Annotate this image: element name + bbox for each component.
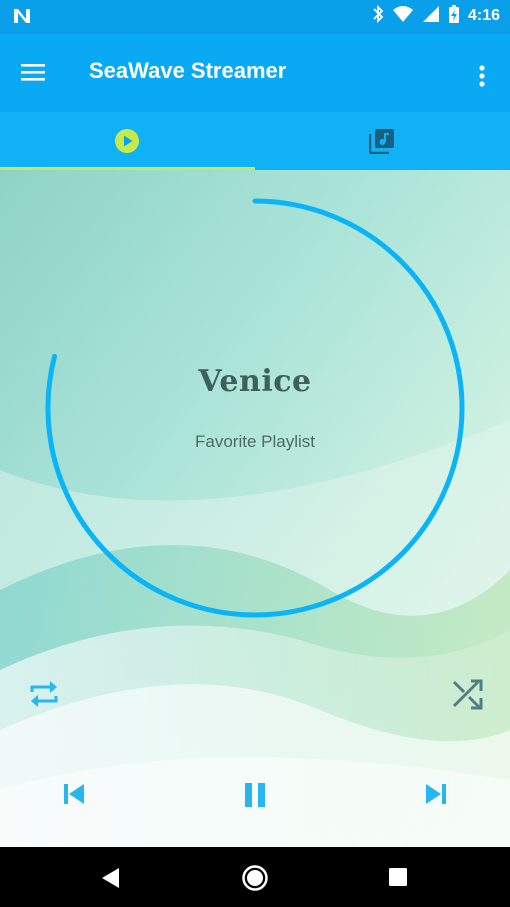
repeat-icon[interactable] (26, 676, 62, 712)
cell-signal-icon (422, 5, 440, 27)
wave-background (0, 170, 510, 847)
now-playing-panel: Venice Favorite Playlist (0, 170, 510, 847)
tab-now-playing[interactable] (0, 112, 255, 170)
pause-icon[interactable] (238, 778, 272, 812)
track-title: Venice (198, 364, 312, 399)
play-circle-icon (114, 128, 140, 154)
back-icon[interactable] (98, 865, 124, 891)
wifi-icon (392, 5, 414, 27)
n-notification-icon (12, 6, 32, 30)
tab-bar (0, 112, 510, 170)
system-nav-bar (0, 847, 510, 907)
skip-next-icon[interactable] (420, 778, 452, 810)
battery-charging-icon (448, 4, 460, 28)
skip-previous-icon[interactable] (58, 778, 90, 810)
more-vert-icon[interactable] (478, 64, 488, 88)
track-subtitle: Favorite Playlist (195, 432, 315, 451)
recents-icon[interactable] (386, 865, 410, 889)
home-icon[interactable] (240, 863, 270, 893)
hamburger-menu-icon[interactable] (20, 62, 50, 86)
library-music-icon (368, 128, 395, 155)
status-icons: 4:16 (372, 4, 500, 28)
app-toolbar: SeaWave Streamer (0, 34, 510, 112)
status-bar: 4:16 (0, 0, 510, 34)
app-title: SeaWave Streamer (89, 58, 287, 83)
bluetooth-icon (372, 4, 384, 28)
tab-library[interactable] (255, 112, 510, 170)
shuffle-icon[interactable] (450, 676, 486, 712)
status-time: 4:16 (467, 7, 500, 24)
